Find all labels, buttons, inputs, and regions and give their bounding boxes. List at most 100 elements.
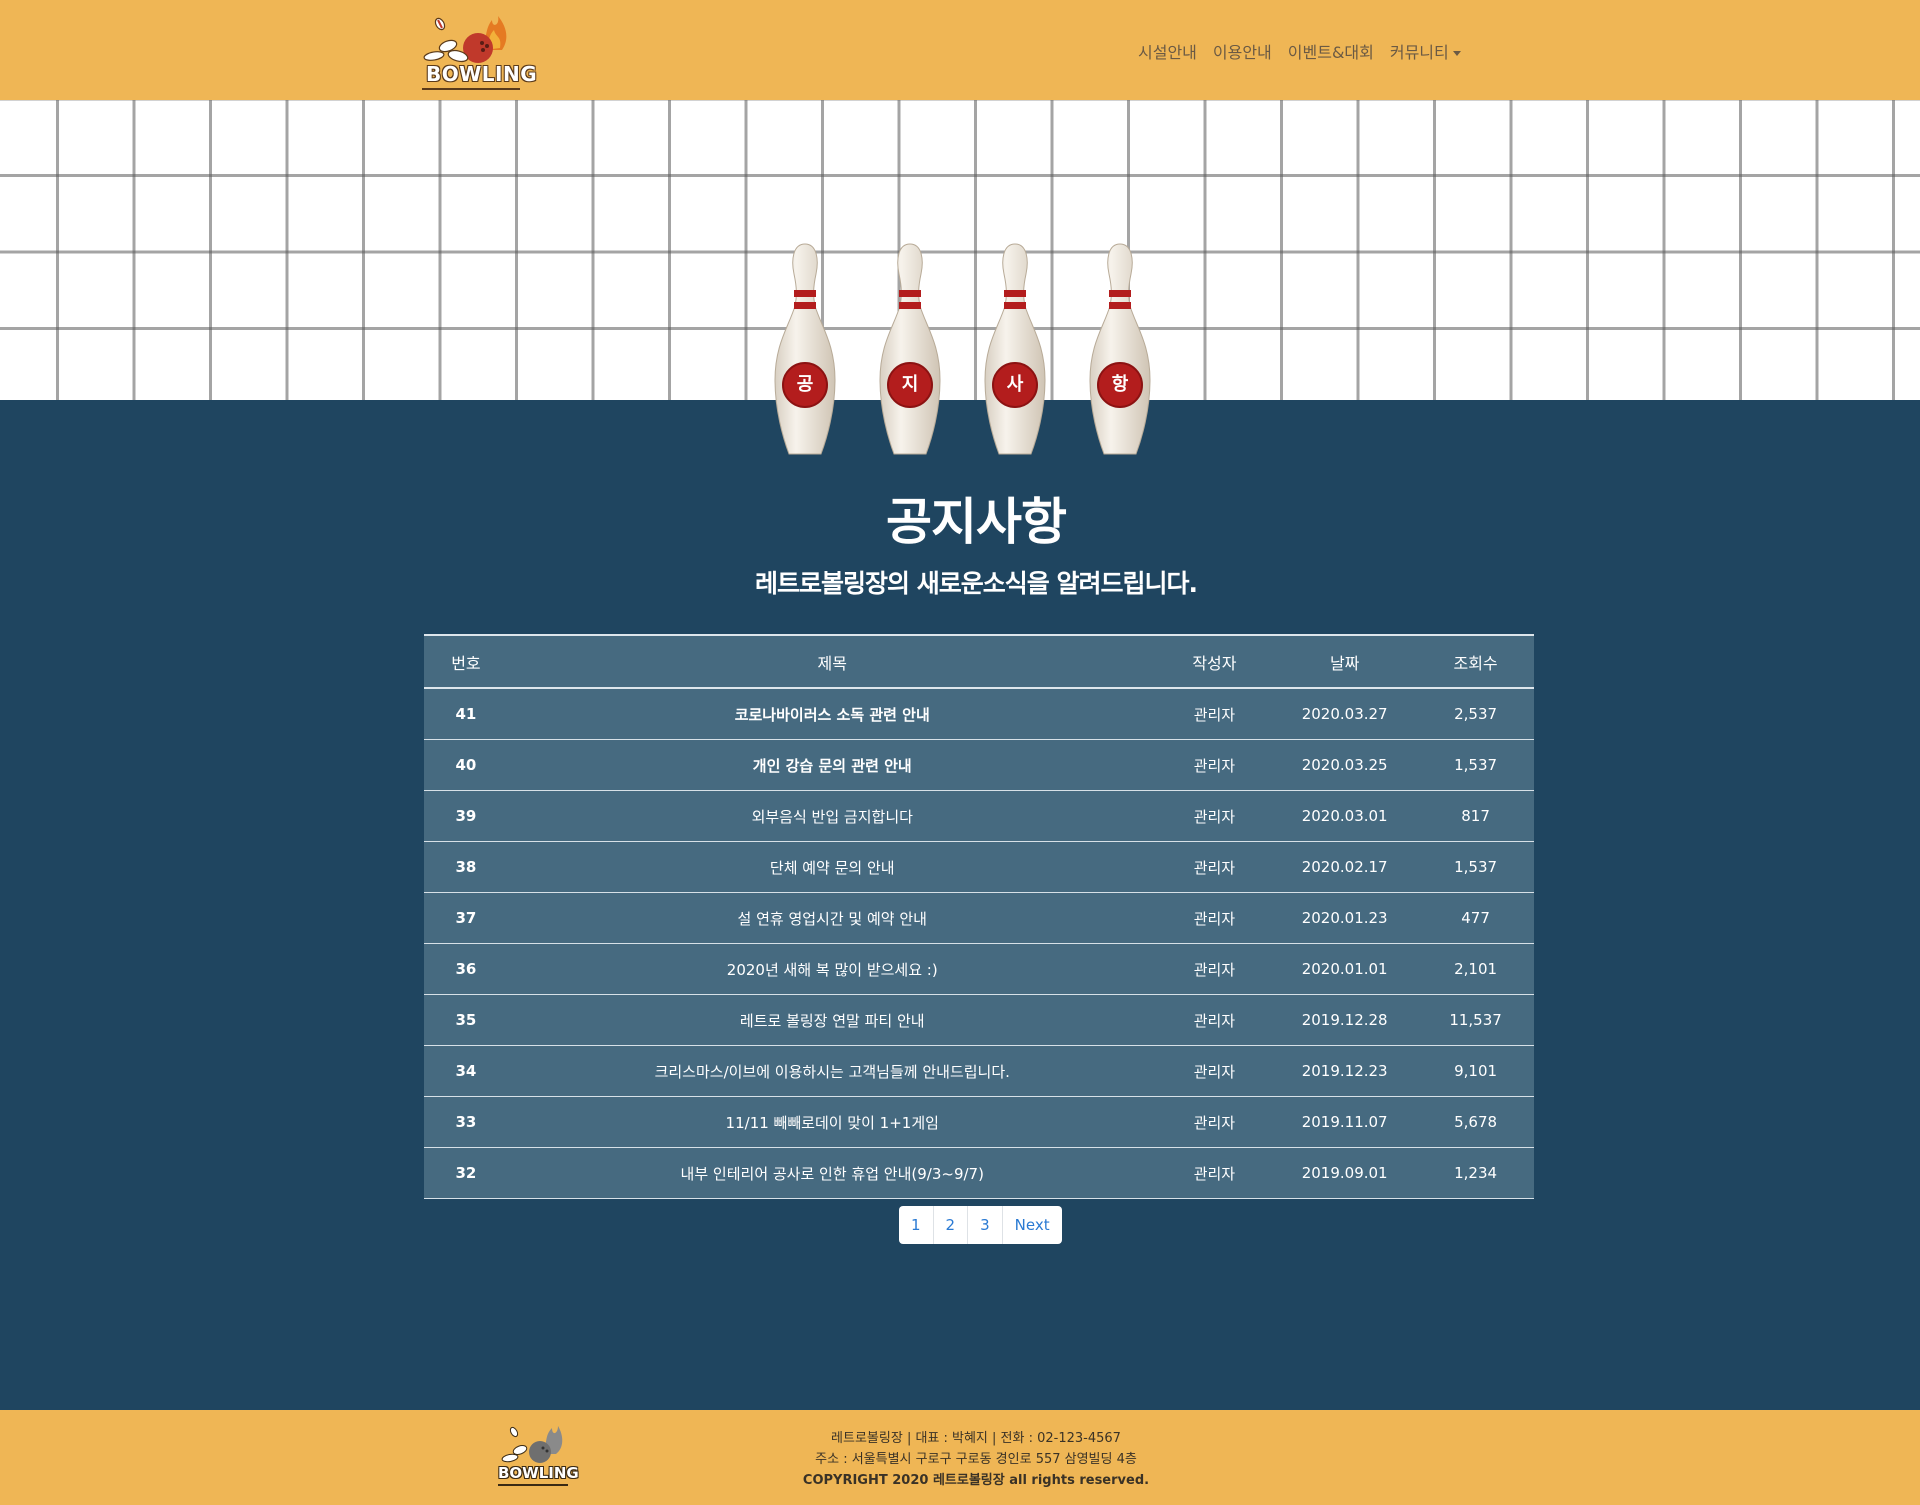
footer-address: 주소 : 서울특별시 구로구 구로동 경인로 557 삼영빌딩 4층 xyxy=(815,1452,1137,1467)
table-row[interactable]: 33 11/11 빼빼로데이 맞이 1+1게임 관리자 2019.11.07 5… xyxy=(424,1096,1534,1148)
cell-views: 1,537 xyxy=(1417,841,1534,893)
table-row[interactable]: 32 내부 인테리어 공사로 인한 휴업 안내(9/3~9/7) 관리자 201… xyxy=(424,1147,1534,1199)
cell-date: 2020.02.17 xyxy=(1272,841,1418,893)
cell-writer: 관리자 xyxy=(1156,1045,1273,1097)
cell-title-link[interactable]: 크리스마스/이브에 이용하시는 고객님들께 안내드립니다. xyxy=(507,1045,1157,1097)
logo-underline xyxy=(422,88,520,90)
bowling-pin-icon xyxy=(879,243,941,455)
bowling-pin-icon xyxy=(774,243,836,455)
cell-title-link[interactable]: 2020년 새해 복 많이 받으세요 :) xyxy=(507,943,1157,995)
cell-title-link[interactable]: 11/11 빼빼로데이 맞이 1+1게임 xyxy=(507,1096,1157,1148)
table-row[interactable]: 34 크리스마스/이브에 이용하시는 고객님들께 안내드립니다. 관리자 201… xyxy=(424,1045,1534,1097)
page-link-1[interactable]: 1 xyxy=(899,1206,934,1244)
bowling-pin-icon xyxy=(1089,243,1151,455)
table-row[interactable]: 36 2020년 새해 복 많이 받으세요 :) 관리자 2020.01.01 … xyxy=(424,943,1534,995)
cell-number: 37 xyxy=(424,892,508,944)
table-row[interactable]: 35 레트로 볼링장 연말 파티 안내 관리자 2019.12.28 11,53… xyxy=(424,994,1534,1046)
nav-item-usage[interactable]: 이용안내 xyxy=(1213,39,1272,63)
cell-writer: 관리자 xyxy=(1156,841,1273,893)
logo-text: BOWLING xyxy=(426,62,538,86)
cell-number: 35 xyxy=(424,994,508,1046)
cell-writer: 관리자 xyxy=(1156,739,1273,791)
cell-views: 5,678 xyxy=(1417,1096,1534,1148)
cell-date: 2019.11.07 xyxy=(1272,1096,1418,1148)
footer-info: 레트로볼링장 | 대표 : 박혜지 | 전화 : 02-123-4567 주소 … xyxy=(0,1428,1920,1491)
column-header-number: 번호 xyxy=(424,634,508,689)
notice-table: 번호 제목 작성자 날짜 조회수 41 코로나바이러스 소독 관련 안내 관리자… xyxy=(424,634,1534,1199)
hero-banner: 공 지 사 항 xyxy=(0,100,1920,455)
bowling-pin: 사 xyxy=(977,240,1053,460)
pin-label: 지 xyxy=(901,374,919,395)
table-row[interactable]: 41 코로나바이러스 소독 관련 안내 관리자 2020.03.27 2,537 xyxy=(424,688,1534,740)
cell-views: 2,537 xyxy=(1417,688,1534,740)
cell-views: 11,537 xyxy=(1417,994,1534,1046)
bowling-pin: 지 xyxy=(872,240,948,460)
cell-title-link[interactable]: 설 연휴 영업시간 및 예약 안내 xyxy=(507,892,1157,944)
cell-date: 2020.03.01 xyxy=(1272,790,1418,842)
nav-item-events[interactable]: 이벤트&대회 xyxy=(1288,39,1374,63)
pin-label: 공 xyxy=(796,374,814,395)
cell-writer: 관리자 xyxy=(1156,1147,1273,1199)
cell-date: 2020.01.23 xyxy=(1272,892,1418,944)
column-header-views: 조회수 xyxy=(1417,634,1534,689)
bowling-logo[interactable]: BOWLING xyxy=(418,10,538,92)
main-nav: 시설안내 이용안내 이벤트&대회 커뮤니티 xyxy=(1138,38,1461,64)
caret-down-icon xyxy=(1452,51,1461,56)
table-row[interactable]: 37 설 연휴 영업시간 및 예약 안내 관리자 2020.01.23 477 xyxy=(424,892,1534,944)
cell-number: 36 xyxy=(424,943,508,995)
pin-label: 항 xyxy=(1111,374,1129,395)
footer-company-info: 레트로볼링장 | 대표 : 박혜지 | 전화 : 02-123-4567 xyxy=(831,1431,1121,1446)
cell-date: 2019.12.28 xyxy=(1272,994,1418,1046)
table-row[interactable]: 39 외부음식 반입 금지합니다 관리자 2020.03.01 817 xyxy=(424,790,1534,842)
page-link-3[interactable]: 3 xyxy=(968,1206,1003,1244)
table-row[interactable]: 40 개인 강습 문의 관련 안내 관리자 2020.03.25 1,537 xyxy=(424,739,1534,791)
page-link-2[interactable]: 2 xyxy=(934,1206,969,1244)
cell-views: 9,101 xyxy=(1417,1045,1534,1097)
column-header-writer: 작성자 xyxy=(1156,634,1273,689)
cell-title-link[interactable]: 외부음식 반입 금지합니다 xyxy=(507,790,1157,842)
cell-number: 32 xyxy=(424,1147,508,1199)
nav-item-community[interactable]: 커뮤니티 xyxy=(1390,39,1461,63)
column-header-title: 제목 xyxy=(507,634,1157,689)
cell-title-link[interactable]: 단체 예약 문의 안내 xyxy=(507,841,1157,893)
cell-writer: 관리자 xyxy=(1156,943,1273,995)
cell-writer: 관리자 xyxy=(1156,688,1273,740)
table-row[interactable]: 38 단체 예약 문의 안내 관리자 2020.02.17 1,537 xyxy=(424,841,1534,893)
cell-views: 817 xyxy=(1417,790,1534,842)
cell-number: 40 xyxy=(424,739,508,791)
header-navbar: BOWLING 시설안내 이용안내 이벤트&대회 커뮤니티 xyxy=(0,0,1920,100)
cell-writer: 관리자 xyxy=(1156,1096,1273,1148)
cell-number: 33 xyxy=(424,1096,508,1148)
page-subtitle: 레트로볼링장의 새로운소식을 알려드립니다. xyxy=(755,569,1198,598)
cell-title-link[interactable]: 개인 강습 문의 관련 안내 xyxy=(507,739,1157,791)
page-title: 공지사항 xyxy=(886,493,1067,551)
bowling-pin-icon xyxy=(984,243,1046,455)
nav-item-facility[interactable]: 시설안내 xyxy=(1138,39,1197,63)
cell-writer: 관리자 xyxy=(1156,892,1273,944)
cell-date: 2019.09.01 xyxy=(1272,1147,1418,1199)
cell-title-link[interactable]: 코로나바이러스 소독 관련 안내 xyxy=(507,688,1157,740)
footer-copyright: COPYRIGHT 2020 레트로볼링장 all rights reserve… xyxy=(802,1473,1150,1488)
cell-date: 2020.03.25 xyxy=(1272,739,1418,791)
cell-date: 2020.03.27 xyxy=(1272,688,1418,740)
cell-title-link[interactable]: 내부 인테리어 공사로 인한 휴업 안내(9/3~9/7) xyxy=(507,1147,1157,1199)
pin-label: 사 xyxy=(1006,374,1024,395)
nav-item-community-label: 커뮤니티 xyxy=(1389,43,1449,62)
cell-number: 38 xyxy=(424,841,508,893)
table-header-row: 번호 제목 작성자 날짜 조회수 xyxy=(424,634,1534,689)
cell-views: 1,234 xyxy=(1417,1147,1534,1199)
cell-number: 34 xyxy=(424,1045,508,1097)
bowling-pin: 공 xyxy=(767,240,843,460)
cell-number: 41 xyxy=(424,688,508,740)
hero-pins: 공 지 사 항 xyxy=(760,240,1160,470)
cell-writer: 관리자 xyxy=(1156,790,1273,842)
cell-views: 477 xyxy=(1417,892,1534,944)
cell-writer: 관리자 xyxy=(1156,994,1273,1046)
cell-title-link[interactable]: 레트로 볼링장 연말 파티 안내 xyxy=(507,994,1157,1046)
cell-views: 1,537 xyxy=(1417,739,1534,791)
bowling-pin: 항 xyxy=(1082,240,1158,460)
next-page-button[interactable]: Next xyxy=(1003,1206,1062,1244)
cell-views: 2,101 xyxy=(1417,943,1534,995)
cell-date: 2019.12.23 xyxy=(1272,1045,1418,1097)
footer: BOWLING 레트로볼링장 | 대표 : 박혜지 | 전화 : 02-123-… xyxy=(0,1410,1920,1505)
